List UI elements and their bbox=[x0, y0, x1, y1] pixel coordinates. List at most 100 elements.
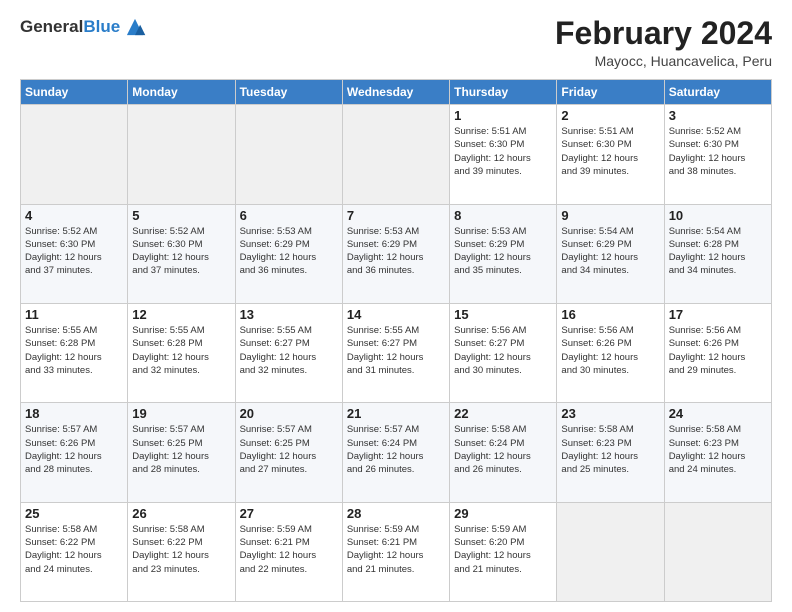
calendar-cell: 9Sunrise: 5:54 AMSunset: 6:29 PMDaylight… bbox=[557, 204, 664, 303]
day-info: Sunrise: 5:51 AMSunset: 6:30 PMDaylight:… bbox=[454, 125, 552, 178]
day-number: 1 bbox=[454, 108, 552, 123]
day-info: Sunrise: 5:57 AMSunset: 6:24 PMDaylight:… bbox=[347, 423, 445, 476]
calendar-cell: 8 Sunrise: 5:53 AMSunset: 6:29 PMDaylight… bbox=[450, 204, 557, 303]
calendar-cell: 15 Sunrise: 5:56 AMSunset: 6:27 PMDayligh… bbox=[450, 303, 557, 402]
calendar-day-header: Monday bbox=[128, 80, 235, 105]
day-info: Sunrise: 5:52 AMSunset: 6:30 PMDaylight:… bbox=[132, 225, 230, 278]
calendar-cell: 7 Sunrise: 5:53 AMSunset: 6:29 PMDaylight… bbox=[342, 204, 449, 303]
day-info: Sunrise: 5:56 AMSunset: 6:26 PMDaylight:… bbox=[561, 324, 659, 377]
logo-general: General bbox=[20, 17, 83, 36]
month-title: February 2024 bbox=[555, 16, 772, 51]
calendar-cell: 21 Sunrise: 5:57 AMSunset: 6:24 PMDayligh… bbox=[342, 403, 449, 502]
calendar-week-row: 25 Sunrise: 5:58 AMSunset: 6:22 PMDayligh… bbox=[21, 502, 772, 601]
day-info: Sunrise: 5:54 AMSunset: 6:28 PMDaylight:… bbox=[669, 225, 767, 278]
calendar-cell bbox=[128, 105, 235, 204]
calendar-cell bbox=[342, 105, 449, 204]
title-block: February 2024 Mayocc, Huancavelica, Peru bbox=[555, 16, 772, 69]
calendar-cell bbox=[557, 502, 664, 601]
day-number: 28 bbox=[347, 506, 445, 521]
day-number: 2 bbox=[561, 108, 659, 123]
logo-blue: Blue bbox=[83, 17, 120, 36]
calendar-cell: 10 Sunrise: 5:54 AMSunset: 6:28 PMDayligh… bbox=[664, 204, 771, 303]
calendar-cell: 19 Sunrise: 5:57 AMSunset: 6:25 PMDayligh… bbox=[128, 403, 235, 502]
calendar-day-header: Tuesday bbox=[235, 80, 342, 105]
calendar-cell: 14Sunrise: 5:55 AMSunset: 6:27 PMDayligh… bbox=[342, 303, 449, 402]
calendar-cell: 17 Sunrise: 5:56 AMSunset: 6:26 PMDayligh… bbox=[664, 303, 771, 402]
calendar-cell: 28 Sunrise: 5:59 AMSunset: 6:21 PMDayligh… bbox=[342, 502, 449, 601]
day-info: Sunrise: 5:58 AMSunset: 6:24 PMDaylight:… bbox=[454, 423, 552, 476]
calendar-cell: 20Sunrise: 5:57 AMSunset: 6:25 PMDayligh… bbox=[235, 403, 342, 502]
calendar: SundayMondayTuesdayWednesdayThursdayFrid… bbox=[20, 79, 772, 602]
calendar-week-row: 4Sunrise: 5:52 AMSunset: 6:30 PMDaylight… bbox=[21, 204, 772, 303]
calendar-cell: 5 Sunrise: 5:52 AMSunset: 6:30 PMDaylight… bbox=[128, 204, 235, 303]
day-info: Sunrise: 5:57 AMSunset: 6:25 PMDaylight:… bbox=[132, 423, 230, 476]
day-info: Sunrise: 5:57 AMSunset: 6:25 PMDaylight:… bbox=[240, 423, 338, 476]
day-info: Sunrise: 5:51 AMSunset: 6:30 PMDaylight:… bbox=[561, 125, 659, 178]
calendar-cell bbox=[235, 105, 342, 204]
page: GeneralBlue February 2024 Mayocc, Huanca… bbox=[0, 0, 792, 612]
calendar-cell: 26 Sunrise: 5:58 AMSunset: 6:22 PMDayligh… bbox=[128, 502, 235, 601]
logo-icon bbox=[124, 16, 146, 38]
day-number: 17 bbox=[669, 307, 767, 322]
calendar-cell: 2 Sunrise: 5:51 AMSunset: 6:30 PMDaylight… bbox=[557, 105, 664, 204]
calendar-cell bbox=[21, 105, 128, 204]
calendar-header-row: SundayMondayTuesdayWednesdayThursdayFrid… bbox=[21, 80, 772, 105]
calendar-week-row: 1 Sunrise: 5:51 AMSunset: 6:30 PMDaylight… bbox=[21, 105, 772, 204]
day-info: Sunrise: 5:56 AMSunset: 6:26 PMDaylight:… bbox=[669, 324, 767, 377]
day-info: Sunrise: 5:59 AMSunset: 6:21 PMDaylight:… bbox=[347, 523, 445, 576]
day-number: 10 bbox=[669, 208, 767, 223]
day-number: 27 bbox=[240, 506, 338, 521]
day-number: 22 bbox=[454, 406, 552, 421]
day-info: Sunrise: 5:56 AMSunset: 6:27 PMDaylight:… bbox=[454, 324, 552, 377]
day-info: Sunrise: 5:58 AMSunset: 6:23 PMDaylight:… bbox=[561, 423, 659, 476]
calendar-cell: 11Sunrise: 5:55 AMSunset: 6:28 PMDayligh… bbox=[21, 303, 128, 402]
day-info: Sunrise: 5:55 AMSunset: 6:28 PMDaylight:… bbox=[132, 324, 230, 377]
day-info: Sunrise: 5:53 AMSunset: 6:29 PMDaylight:… bbox=[454, 225, 552, 278]
day-number: 19 bbox=[132, 406, 230, 421]
day-number: 23 bbox=[561, 406, 659, 421]
day-info: Sunrise: 5:59 AMSunset: 6:21 PMDaylight:… bbox=[240, 523, 338, 576]
calendar-week-row: 11 Sunrise: 5:55 AMSunset: 6:28 PMDayligh… bbox=[21, 303, 772, 402]
day-info: Sunrise: 5:58 AMSunset: 6:22 PMDaylight:… bbox=[25, 523, 123, 576]
calendar-day-header: Friday bbox=[557, 80, 664, 105]
day-info: Sunrise: 5:57 AMSunset: 6:26 PMDaylight:… bbox=[25, 423, 123, 476]
day-number: 3 bbox=[669, 108, 767, 123]
header: GeneralBlue February 2024 Mayocc, Huanca… bbox=[20, 16, 772, 69]
day-number: 29 bbox=[454, 506, 552, 521]
day-info: Sunrise: 5:52 AMSunset: 6:30 PMDaylight:… bbox=[669, 125, 767, 178]
day-number: 15 bbox=[454, 307, 552, 322]
calendar-cell bbox=[664, 502, 771, 601]
calendar-cell: 16 Sunrise: 5:56 AMSunset: 6:26 PMDayligh… bbox=[557, 303, 664, 402]
calendar-cell: 1 Sunrise: 5:51 AMSunset: 6:30 PMDaylight… bbox=[450, 105, 557, 204]
day-number: 7 bbox=[347, 208, 445, 223]
day-number: 25 bbox=[25, 506, 123, 521]
day-info: Sunrise: 5:58 AMSunset: 6:22 PMDaylight:… bbox=[132, 523, 230, 576]
day-number: 8 bbox=[454, 208, 552, 223]
day-number: 11 bbox=[25, 307, 123, 322]
calendar-cell: 12 Sunrise: 5:55 AMSunset: 6:28 PMDayligh… bbox=[128, 303, 235, 402]
day-number: 26 bbox=[132, 506, 230, 521]
calendar-day-header: Thursday bbox=[450, 80, 557, 105]
day-number: 24 bbox=[669, 406, 767, 421]
calendar-cell: 6Sunrise: 5:53 AMSunset: 6:29 PMDaylight… bbox=[235, 204, 342, 303]
day-info: Sunrise: 5:53 AMSunset: 6:29 PMDaylight:… bbox=[347, 225, 445, 278]
day-info: Sunrise: 5:58 AMSunset: 6:23 PMDaylight:… bbox=[669, 423, 767, 476]
calendar-cell: 25 Sunrise: 5:58 AMSunset: 6:22 PMDayligh… bbox=[21, 502, 128, 601]
day-number: 12 bbox=[132, 307, 230, 322]
day-number: 21 bbox=[347, 406, 445, 421]
day-info: Sunrise: 5:52 AMSunset: 6:30 PMDaylight:… bbox=[25, 225, 123, 278]
calendar-cell: 27 Sunrise: 5:59 AMSunset: 6:21 PMDayligh… bbox=[235, 502, 342, 601]
calendar-cell: 4Sunrise: 5:52 AMSunset: 6:30 PMDaylight… bbox=[21, 204, 128, 303]
calendar-week-row: 18Sunrise: 5:57 AMSunset: 6:26 PMDayligh… bbox=[21, 403, 772, 502]
calendar-cell: 13Sunrise: 5:55 AMSunset: 6:27 PMDayligh… bbox=[235, 303, 342, 402]
day-number: 5 bbox=[132, 208, 230, 223]
logo: GeneralBlue bbox=[20, 16, 146, 38]
calendar-day-header: Sunday bbox=[21, 80, 128, 105]
calendar-cell: 22 Sunrise: 5:58 AMSunset: 6:24 PMDayligh… bbox=[450, 403, 557, 502]
calendar-day-header: Saturday bbox=[664, 80, 771, 105]
day-info: Sunrise: 5:53 AMSunset: 6:29 PMDaylight:… bbox=[240, 225, 338, 278]
calendar-cell: 3 Sunrise: 5:52 AMSunset: 6:30 PMDaylight… bbox=[664, 105, 771, 204]
calendar-day-header: Wednesday bbox=[342, 80, 449, 105]
day-number: 9 bbox=[561, 208, 659, 223]
day-number: 16 bbox=[561, 307, 659, 322]
